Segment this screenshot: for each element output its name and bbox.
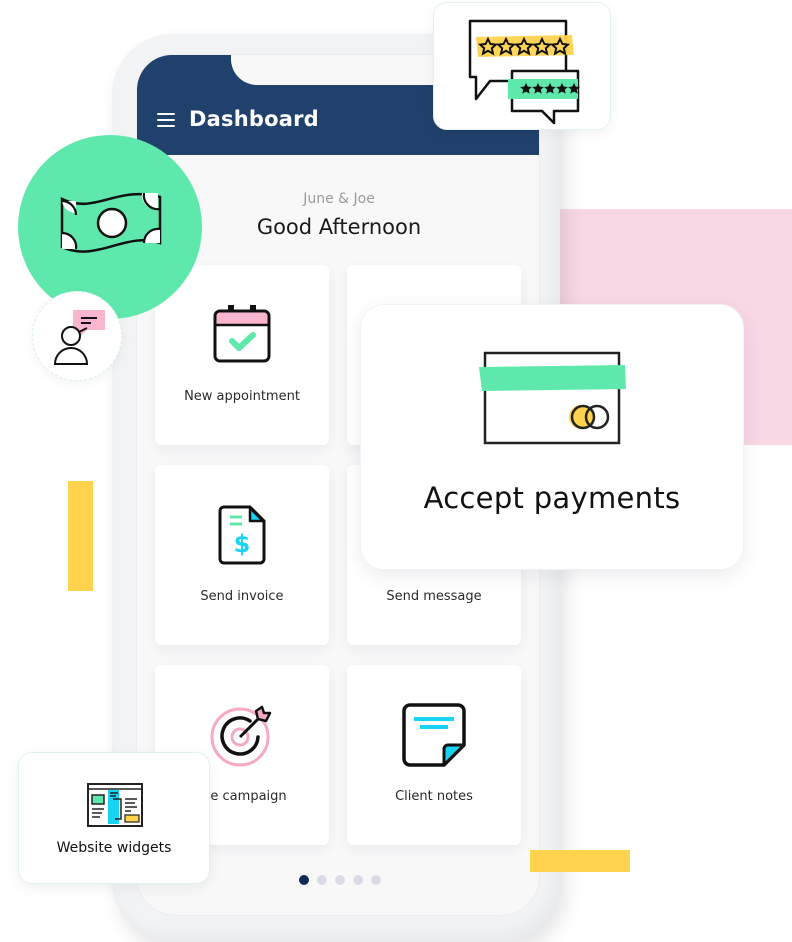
credit-card-icon — [477, 351, 627, 445]
accept-payments-card[interactable]: Accept payments — [360, 304, 744, 570]
review-stars-icon — [468, 19, 580, 125]
tile-new-appointment[interactable]: New appointment — [155, 265, 329, 445]
page-dot-2[interactable] — [317, 875, 327, 885]
pagination-dots — [299, 875, 381, 885]
person-badge — [32, 291, 122, 381]
tile-send-invoice[interactable]: $ Send invoice — [155, 465, 329, 645]
tile-label: Send message — [386, 589, 482, 604]
reviews-card — [433, 2, 611, 130]
target-icon — [210, 703, 274, 767]
page-dot-3[interactable] — [335, 875, 345, 885]
tile-label: Client notes — [395, 789, 473, 804]
tile-label: Send invoice — [200, 589, 284, 604]
decor-yellow-bar — [68, 481, 93, 591]
banknote-icon — [56, 187, 166, 259]
page-dot-4[interactable] — [353, 875, 363, 885]
page-dot-1[interactable] — [299, 875, 309, 885]
page-dot-5[interactable] — [371, 875, 381, 885]
sticky-note-icon — [402, 703, 466, 767]
website-widgets-label: Website widgets — [56, 840, 172, 856]
page-title: Dashboard — [189, 107, 319, 131]
website-widgets-card[interactable]: Website widgets — [18, 752, 210, 884]
hamburger-menu-icon[interactable] — [157, 113, 175, 127]
person-chat-icon — [51, 306, 109, 366]
money-badge — [18, 135, 202, 319]
calendar-check-icon — [210, 303, 274, 367]
website-layout-icon — [87, 783, 143, 827]
invoice-dollar-icon: $ — [210, 503, 274, 567]
svg-text:$: $ — [234, 530, 251, 558]
tile-label: New appointment — [184, 389, 300, 404]
accept-payments-label: Accept payments — [423, 481, 681, 515]
tile-client-notes[interactable]: Client notes — [347, 665, 521, 845]
decor-yellow-bar — [530, 850, 630, 872]
